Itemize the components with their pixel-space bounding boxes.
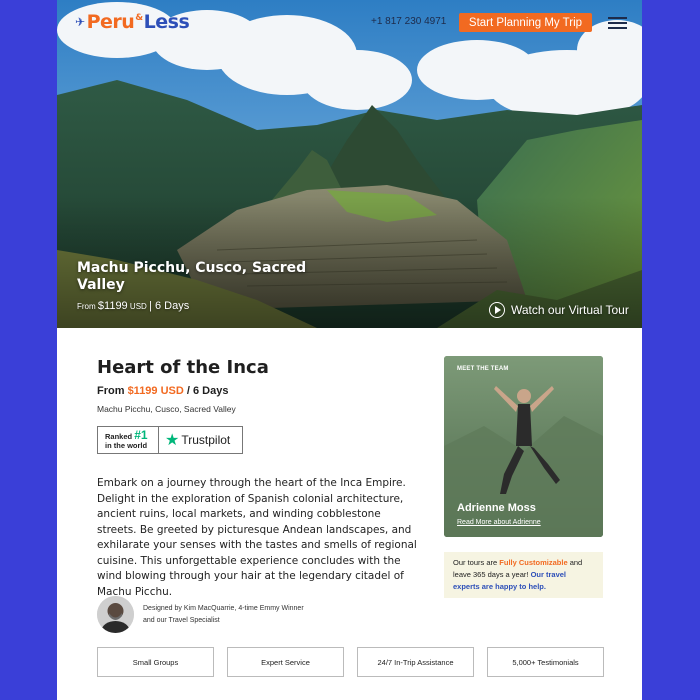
designer-credit: Designed by Kim MacQuarrie, 4-time Emmy … [97, 596, 323, 633]
trip-price-line: From $1199 USD / 6 Days [97, 385, 228, 397]
feature-in-trip-assistance: 24/7 In-Trip Assistance [357, 647, 474, 677]
logo-text-less: Less [143, 11, 190, 33]
ranked-text: Ranked [105, 431, 133, 441]
feature-expert-service: Expert Service [227, 647, 344, 677]
hero-duration: 6 Days [154, 300, 190, 312]
feature-testimonials: 5,000+ Testimonials [487, 647, 604, 677]
logo[interactable]: ✈ Peru & Less [75, 11, 190, 33]
virtual-tour-label: Watch our Virtual Tour [511, 303, 629, 317]
hero-title: Machu Picchu, Cusco, Sacred Valley [77, 260, 307, 293]
hero-price-amount: $1199 [97, 300, 128, 312]
feature-small-groups: Small Groups [97, 647, 214, 677]
ranked-label: Ranked #1 in the world [98, 427, 159, 453]
trustpilot-badge[interactable]: Ranked #1 in the world ★ Trustpilot [97, 426, 243, 454]
trip-price: $1199 USD [127, 385, 184, 397]
trustpilot-text: Trustpilot [181, 433, 231, 447]
trip-description: Embark on a journey through the heart of… [97, 477, 417, 598]
trip-duration: / 6 Days [186, 385, 229, 397]
team-member-name: Adrienne Moss [457, 502, 536, 514]
rank-number: #1 [134, 427, 148, 442]
hero-from-label: From [77, 302, 96, 311]
customizable-info-box: Our tours are Fully Customizable and lea… [444, 552, 603, 598]
custom-text-2: Fully Customizable [499, 558, 568, 567]
read-more-link[interactable]: Read More about Adrienne [457, 519, 541, 526]
menu-icon[interactable] [608, 17, 627, 29]
custom-text-1: Our tours are [453, 558, 500, 567]
meet-the-team-card[interactable]: MEET THE TEAM Adrienne Moss Read More ab… [444, 356, 603, 537]
start-planning-button[interactable]: Start Planning My Trip [459, 13, 592, 32]
trip-title: Heart of the Inca [97, 357, 269, 378]
top-nav: ✈ Peru & Less +1 817 230 4971 Start Plan… [57, 0, 642, 44]
phone-number[interactable]: +1 817 230 4971 [371, 16, 446, 27]
hero-price: From $1199 USD | 6 Days [77, 300, 190, 312]
designer-line-1: Designed by Kim MacQuarrie, 4-time Emmy … [143, 604, 304, 612]
features-row: Small Groups Expert Service 24/7 In-Trip… [97, 647, 604, 677]
designer-line-2: and our Travel Specialist [143, 616, 220, 624]
plane-icon: ✈ [75, 15, 85, 29]
hero-banner: ✈ Peru & Less +1 817 230 4971 Start Plan… [57, 0, 642, 328]
logo-text-peru: Peru [86, 11, 135, 33]
trip-location: Machu Picchu, Cusco, Sacred Valley [97, 404, 236, 414]
price-prefix: From [97, 385, 125, 397]
play-icon [489, 302, 505, 318]
in-the-world-text: in the world [105, 440, 148, 450]
meet-the-team-label: MEET THE TEAM [457, 366, 509, 372]
logo-ampersand: & [135, 13, 143, 23]
page: ✈ Peru & Less +1 817 230 4971 Start Plan… [57, 0, 642, 700]
hero-price-currency: USD [129, 302, 147, 311]
avatar [97, 596, 134, 633]
star-icon: ★ [165, 432, 180, 449]
virtual-tour-link[interactable]: Watch our Virtual Tour [489, 302, 629, 318]
